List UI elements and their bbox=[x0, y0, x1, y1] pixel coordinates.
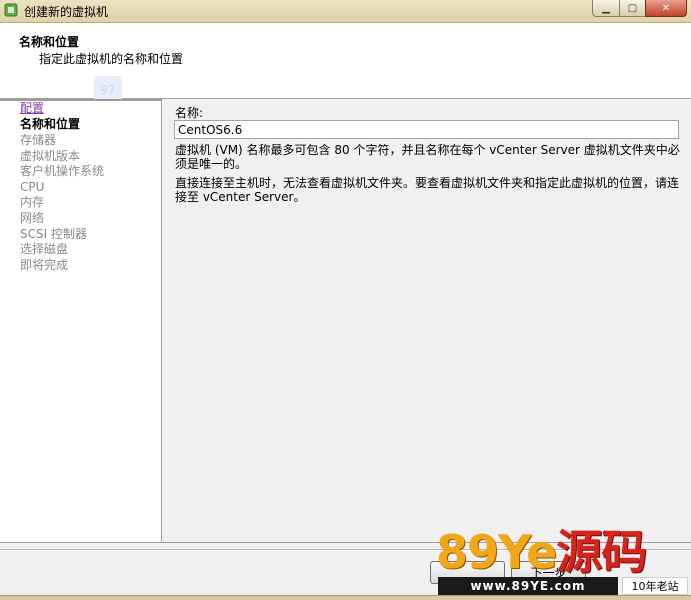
watermark-brand: 89Ye源码 bbox=[436, 525, 647, 579]
site-watermark-logo: 89Ye源码 www.89YE.com 10年老站 bbox=[436, 526, 691, 600]
page-title: 名称和位置 bbox=[19, 35, 80, 49]
step-scsi-controller: SCSI 控制器 bbox=[20, 227, 87, 241]
watermark-tagline: 10年老站 bbox=[622, 577, 688, 595]
name-label: 名称: bbox=[175, 106, 204, 120]
maximize-icon: ▢ bbox=[627, 2, 638, 14]
watermark-brand-cjk: 源码 bbox=[556, 525, 647, 579]
page-subtitle: 指定此虚拟机的名称和位置 bbox=[39, 52, 184, 66]
window-title: 创建新的虚拟机 bbox=[24, 5, 109, 19]
step-select-disk: 选择磁盘 bbox=[20, 242, 69, 256]
step-ready-to-complete: 即将完成 bbox=[20, 258, 69, 272]
maximize-button[interactable]: ▢ bbox=[619, 0, 646, 17]
minimize-icon: ▁ bbox=[602, 2, 610, 14]
step-storage: 存储器 bbox=[20, 133, 57, 147]
wizard-steps-sidebar: 配置 名称和位置 存储器 虚拟机版本 客户机操作系统 CPU 内存 网络 SCS… bbox=[0, 99, 162, 542]
step-network: 网络 bbox=[20, 211, 45, 225]
vm-name-input[interactable] bbox=[174, 120, 679, 139]
close-button[interactable]: ✕ bbox=[645, 0, 687, 17]
new-vm-wizard-window: 创建新的虚拟机 ▁ ▢ ✕ 名称和位置 指定此虚拟机的名称和位置 97 配置 名… bbox=[0, 0, 691, 600]
step-name-and-location: 名称和位置 bbox=[20, 117, 81, 131]
step-configuration[interactable]: 配置 bbox=[20, 101, 44, 116]
wizard-content: 名称: 虚拟机 (VM) 名称最多可包含 80 个字符，并且名称在每个 vCen… bbox=[163, 99, 691, 542]
title-bar: 创建新的虚拟机 ▁ ▢ ✕ bbox=[0, 0, 691, 23]
close-icon: ✕ bbox=[661, 2, 671, 14]
step-guest-os: 客户机操作系统 bbox=[20, 164, 105, 178]
name-rules-text: 虚拟机 (VM) 名称最多可包含 80 个字符，并且名称在每个 vCenter … bbox=[175, 143, 680, 171]
step-memory: 内存 bbox=[20, 195, 45, 209]
minimize-button[interactable]: ▁ bbox=[592, 0, 620, 17]
folder-info-text: 直接连接至主机时，无法查看虚拟机文件夹。要查看虚拟机文件夹和指定此虚拟机的位置，… bbox=[175, 176, 680, 204]
vm-app-icon bbox=[4, 3, 18, 17]
step-cpu: CPU bbox=[20, 180, 45, 194]
watermark-brand-latin: 89Ye bbox=[436, 525, 557, 579]
step-vm-version: 虚拟机版本 bbox=[20, 149, 81, 163]
wizard-header: 名称和位置 指定此虚拟机的名称和位置 97 bbox=[0, 23, 691, 104]
watermark-url: www.89YE.com bbox=[438, 577, 618, 595]
